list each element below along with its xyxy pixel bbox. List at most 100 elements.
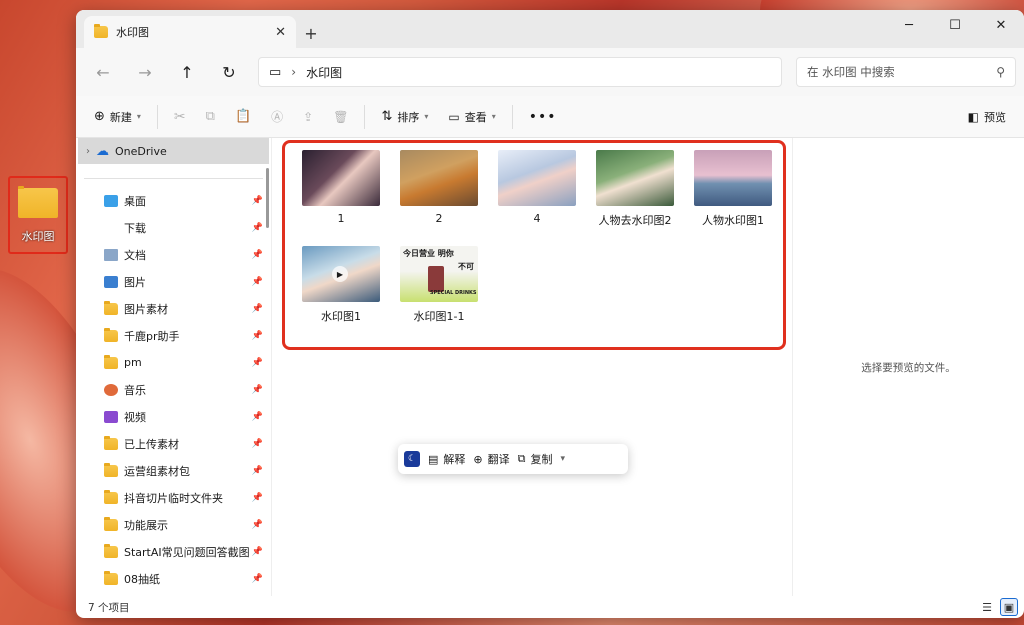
scissors-icon: ✂ [173,108,186,125]
divider [511,104,513,129]
file-list: 1 2 4 人物去水印图2 人物水印图1 ▶ 水印图1 今日营业 明你 不可 SPECIAL DR… [272,138,792,596]
sidebar-item-label: 功能展示 [124,518,168,532]
sidebar-item[interactable]: 桌面 📌 [76,187,271,214]
sidebar-item[interactable]: 08抽纸 📌 [76,565,271,592]
tiles-view-button[interactable]: ▣ [1000,598,1018,616]
refresh-button[interactable]: ↻ [210,56,248,88]
copy-button[interactable]: ⧉ [198,102,223,132]
folder-icon [104,435,118,450]
video-icon [104,410,118,423]
forward-button[interactable]: → [126,56,164,88]
folder-icon [104,300,118,315]
more-icon: ••• [528,108,557,125]
rename-button[interactable]: Ⓐ [263,102,291,132]
sort-button[interactable]: ⇅ 排序 ▾ [373,102,436,132]
chevron-down-icon[interactable]: ▾ [560,454,565,464]
document-icon [104,248,118,261]
sidebar-item[interactable]: 图片素材 📌 [76,295,271,322]
up-button[interactable]: ↑ [168,56,206,88]
search-input[interactable]: 在 水印图 中搜索 ⚲ [796,57,1016,87]
file-item[interactable]: 今日营业 明你 不可 SPECIAL DRINKS 水印图1-1 [390,246,488,324]
sidebar-item[interactable]: 图片 📌 [76,268,271,295]
onedrive-label: OneDrive [115,144,167,158]
thumb-drink [428,266,444,292]
play-icon: ▶ [332,266,348,282]
desktop-folder-icon[interactable]: 水印图 [8,176,68,254]
file-name: 水印图1-1 [413,310,465,323]
divider [156,104,158,129]
chevron-right-icon: › [86,145,90,157]
folder-icon [104,354,118,369]
preview-pane-button[interactable]: ◧ 预览 [960,102,1014,132]
floating-ai-toolbar: ☾ ▤ 解释 ⊕ 翻译 ⧉ 复制 ▾ [398,444,628,474]
copy-label: 复制 [530,453,553,466]
folder-icon [94,24,108,38]
sidebar-item[interactable]: StartAI常见问题回答截图 📌 [76,538,271,565]
sidebar-item-label: 桌面 [124,194,146,208]
sidebar-item[interactable]: 文档 📌 [76,241,271,268]
file-item[interactable]: 2 [390,150,488,228]
more-button[interactable]: ••• [521,102,565,132]
rename-icon: Ⓐ [271,110,284,124]
file-name: 4 [533,212,541,225]
sidebar-item-label: 图片 [124,275,146,289]
tab-title: 水印图 [116,26,149,39]
address-bar[interactable]: ▭ › 水印图 [258,57,782,87]
sidebar-item[interactable]: pm 📌 [76,349,271,376]
close-button[interactable]: ✕ [978,10,1024,40]
sidebar-item[interactable]: 视频 📌 [76,403,271,430]
folder-icon [104,489,118,504]
command-bar: ⊕ 新建 ▾ ✂ ⧉ 📋 Ⓐ ⇪ 🗑 ⇅ 排序 ▾ ▭ 查看 ▾ ••• ◧ 预… [76,96,1024,138]
sidebar-item[interactable]: 抖音切片临时文件夹 📌 [76,484,271,511]
paste-button[interactable]: 📋 [227,102,259,132]
ai-logo-icon[interactable]: ☾ [404,451,420,467]
navigation-pane: › ☁ OneDrive 桌面 📌 下载 📌 文档 📌 图片 📌 图片素材 📌 千鹿pr助手 📌 pm 📌… [76,138,272,596]
file-item[interactable]: ▶ 水印图1 [292,246,390,324]
sidebar-item[interactable]: 千鹿pr助手 📌 [76,322,271,349]
view-button[interactable]: ▭ 查看 ▾ [440,102,503,132]
cut-button[interactable]: ✂ [166,102,194,132]
cloud-icon: ☁ [96,143,109,159]
sidebar-item[interactable]: 已上传素材 📌 [76,430,271,457]
sidebar-item[interactable]: 运营组素材包 📌 [76,457,271,484]
close-tab-icon[interactable]: ✕ [275,25,286,40]
sidebar-item[interactable]: 下载 📌 [76,214,271,241]
pin-icon: 📌 [251,492,263,503]
sidebar-item-label: 下载 [124,221,146,235]
sidebar-item-label: 文档 [124,248,146,262]
back-button[interactable]: ← [84,56,122,88]
sidebar-item-label: StartAI常见问题回答截图 [124,545,250,559]
sidebar-item-onedrive[interactable]: › ☁ OneDrive [78,138,269,164]
pin-icon: 📌 [251,438,263,449]
translate-button[interactable]: ⊕ 翻译 [473,451,509,467]
file-name: 2 [435,212,443,225]
file-item[interactable]: 1 [292,150,390,228]
tab-active[interactable]: 水印图 ✕ [84,16,296,48]
folder-icon [18,186,58,218]
sidebar-item[interactable]: 功能展示 📌 [76,511,271,538]
share-button[interactable]: ⇪ [295,102,321,132]
new-tab-button[interactable]: + [296,18,326,48]
view-label: 查看 [464,110,487,124]
file-item[interactable]: 4 [488,150,586,228]
folder-icon [104,327,118,342]
pin-icon: 📌 [251,357,263,368]
sidebar-item-label: 图片素材 [124,302,168,316]
copy-text-button[interactable]: ⧉ 复制 [518,451,553,467]
folder-icon [104,543,118,558]
maximize-button[interactable]: ☐ [932,10,978,40]
pin-icon: 📌 [251,249,263,260]
preview-label: 预览 [984,110,1006,124]
explain-button[interactable]: ▤ 解释 [428,451,465,467]
delete-button[interactable]: 🗑 [325,102,356,132]
sidebar-item[interactable]: 音乐 📌 [76,376,271,403]
explain-icon: ▤ [428,452,439,466]
file-thumbnail [694,150,772,206]
minimize-button[interactable]: ─ [886,10,932,40]
new-button[interactable]: ⊕ 新建 ▾ [86,102,149,132]
sidebar-item-label: 千鹿pr助手 [124,329,180,343]
file-item[interactable]: 人物去水印图2 [586,150,684,228]
details-view-button[interactable]: ☰ [978,598,996,616]
divider [364,104,366,129]
file-item[interactable]: 人物水印图1 [684,150,782,228]
